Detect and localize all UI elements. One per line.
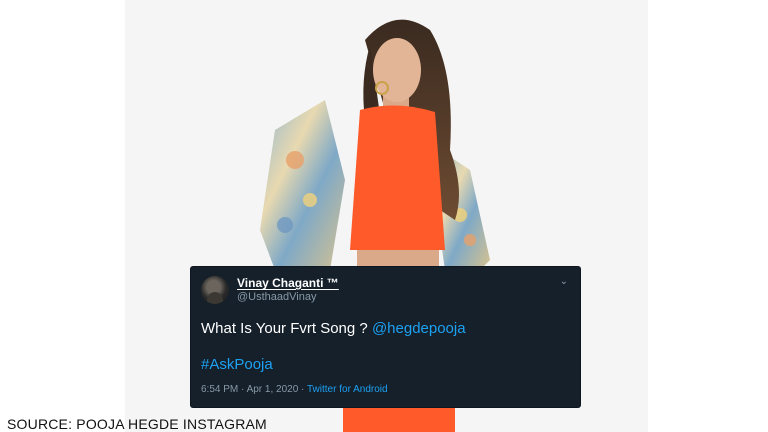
source-caption: SOURCE: POOJA HEGDE INSTAGRAM [7, 416, 267, 432]
tweet-source-link[interactable]: Twitter for Android [307, 384, 388, 395]
tweet-meta: 6:54 PM · Apr 1, 2020 · Twitter for Andr… [201, 384, 388, 395]
tweet-user-handle[interactable]: @UsthaadVinay [237, 291, 316, 303]
chevron-down-icon[interactable]: ⌄ [560, 276, 568, 287]
tweet-timestamp[interactable]: 6:54 PM · Apr 1, 2020 · [201, 384, 307, 395]
tweet-text-prefix: What Is Your Fvrt Song ? [201, 320, 368, 337]
tweet-mention-link[interactable]: @hegdepooja [372, 320, 466, 337]
avatar[interactable] [201, 276, 229, 304]
tweet-card[interactable]: Vinay Chaganti ™ @UsthaadVinay ⌄ What Is… [191, 267, 580, 407]
tweet-text: What Is Your Fvrt Song ? @hegdepooja [201, 320, 466, 337]
tweet-user-name[interactable]: Vinay Chaganti ™ [237, 276, 339, 290]
tweet-hashtag-link[interactable]: #AskPooja [201, 356, 273, 373]
